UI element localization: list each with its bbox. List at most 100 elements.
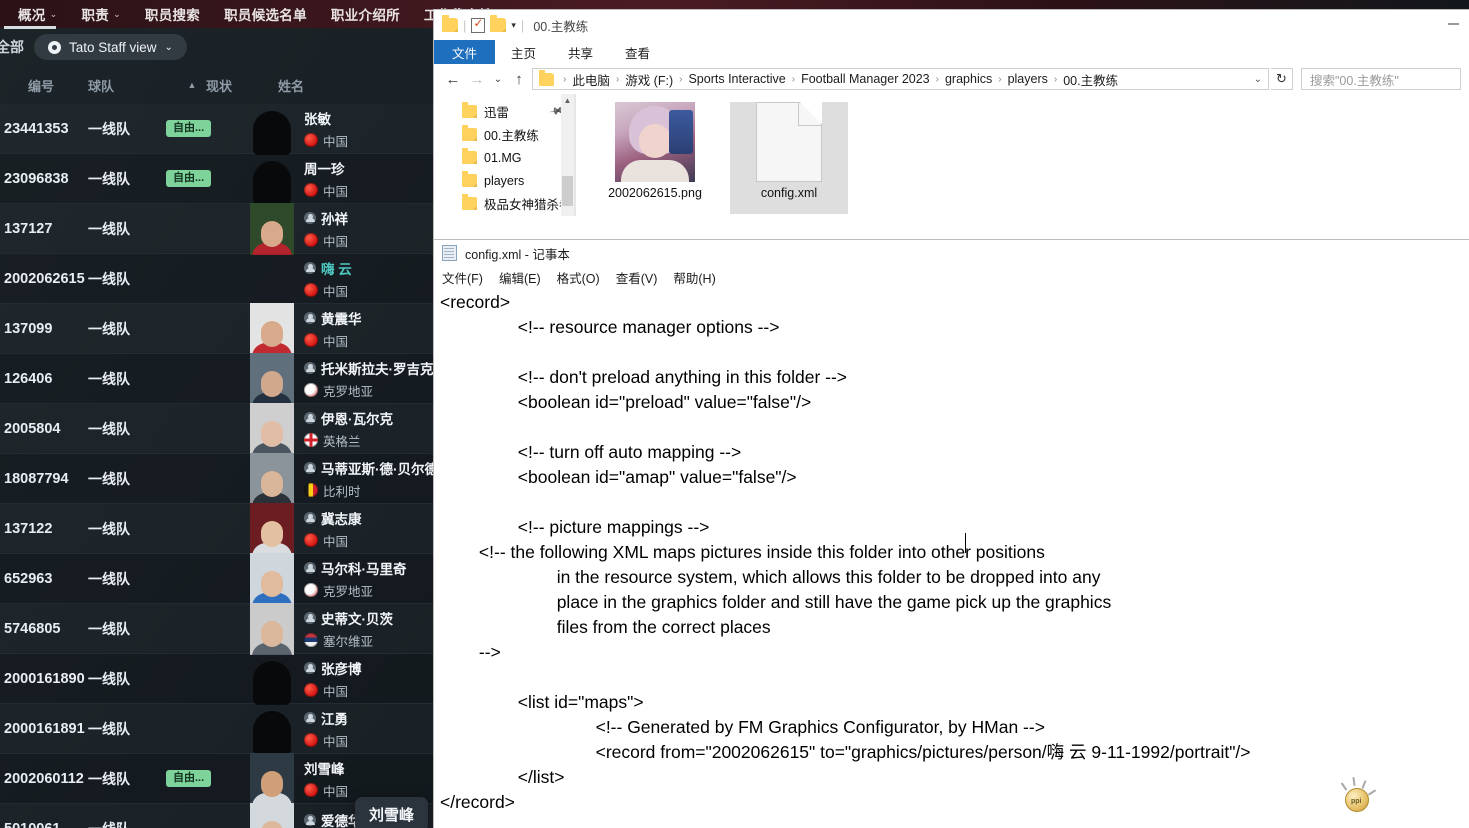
filter-all-label[interactable]: 全部 bbox=[0, 37, 34, 57]
folder-icon[interactable] bbox=[442, 15, 458, 32]
tab-home[interactable]: 主页 bbox=[495, 40, 552, 64]
table-row[interactable]: 2000161890 一线队 张彦博 中国 bbox=[0, 654, 435, 704]
staff-name[interactable]: 孙祥 bbox=[321, 208, 348, 228]
file-explorer-window[interactable]: | ▾ | 00.主教练 文件 主页 共享 查看 ← → ⌄ ↑ › 此电脑 ›… bbox=[434, 10, 1469, 242]
notepad-menu-bar[interactable]: 文件(F) 编辑(E) 格式(O) 查看(V) 帮助(H) bbox=[434, 266, 1469, 288]
breadcrumb-players[interactable]: players bbox=[1008, 72, 1048, 86]
nav-item-overview[interactable]: 概况 ⌄ bbox=[6, 0, 69, 28]
menu-help[interactable]: 帮助(H) bbox=[673, 268, 715, 287]
nav-item-job-centre[interactable]: 职业介绍所 bbox=[319, 0, 412, 28]
view-selector-dropdown[interactable]: Tato Staff view ⌄ bbox=[34, 34, 187, 60]
column-header-status[interactable]: 现状 bbox=[206, 76, 278, 95]
table-row[interactable]: 137122 一线队 冀志康 中国 bbox=[0, 502, 435, 555]
cell-portrait bbox=[246, 552, 298, 605]
file-item-image[interactable]: 2002062615.png bbox=[596, 102, 714, 214]
nav-tree-item[interactable]: 迅雷 📌 bbox=[434, 100, 574, 123]
staff-name[interactable]: 张彦博 bbox=[321, 658, 362, 678]
column-header-name[interactable]: 姓名 bbox=[278, 76, 398, 95]
staff-name[interactable]: 江勇 bbox=[321, 708, 348, 728]
menu-format[interactable]: 格式(O) bbox=[557, 268, 600, 287]
breadcrumb[interactable]: › 此电脑 › 游戏 (F:) › Sports Interactive › F… bbox=[532, 68, 1269, 90]
nav-item-responsibilities[interactable]: 职责 ⌄ bbox=[69, 0, 132, 28]
cell-staff-id: 2002060112 bbox=[4, 770, 84, 787]
navigation-tree[interactable]: 迅雷 📌 00.主教练 01.MG players 极品女神猎杀者 bbox=[434, 100, 574, 215]
chevron-down-icon[interactable]: ▾ bbox=[511, 20, 516, 31]
file-name: 2002062615.png bbox=[608, 186, 702, 200]
breadcrumb-this-pc[interactable]: 此电脑 bbox=[572, 70, 610, 89]
staff-name[interactable]: 马蒂亚斯·德·贝尔德梅 bbox=[321, 458, 452, 478]
refresh-icon[interactable]: ↻ bbox=[1271, 68, 1293, 90]
column-header-id[interactable]: 编号 bbox=[0, 76, 88, 95]
nav-item-label: 概况 bbox=[18, 8, 46, 23]
cell-staff-id: 137122 bbox=[4, 520, 53, 537]
properties-icon[interactable] bbox=[471, 16, 486, 33]
search-input[interactable]: 搜索"00.主教练" bbox=[1301, 68, 1461, 90]
cell-staff-id: 137099 bbox=[4, 320, 53, 337]
staff-name[interactable]: 刘雪峰 bbox=[304, 758, 345, 778]
table-row[interactable]: 23441353 一线队 自由... 张敏 中国 bbox=[0, 104, 435, 154]
table-row[interactable]: 2005804 一线队 伊恩·瓦尔克 英格兰 bbox=[0, 402, 435, 455]
tab-file[interactable]: 文件 bbox=[434, 40, 496, 64]
breadcrumb-drive-f[interactable]: 游戏 (F:) bbox=[625, 70, 673, 89]
menu-view[interactable]: 查看(V) bbox=[616, 268, 658, 287]
table-row[interactable]: 23096838 一线队 自由... 周一珍 中国 bbox=[0, 154, 435, 204]
table-row[interactable]: 126406 一线队 托米斯拉夫·罗吉克 克罗地亚 bbox=[0, 352, 435, 405]
table-row[interactable]: 18087794 一线队 马蒂亚斯·德·贝尔德梅 比利时 bbox=[0, 452, 452, 505]
nav-tree-item[interactable]: 01.MG bbox=[434, 146, 574, 169]
staff-name[interactable]: 史蒂文·贝茨 bbox=[321, 608, 393, 628]
cell-portrait bbox=[246, 202, 298, 255]
table-row[interactable]: 5746805 一线队 史蒂文·贝茨 塞尔维亚 bbox=[0, 602, 435, 655]
nav-scrollbar[interactable]: ▲ bbox=[561, 94, 574, 216]
explorer-address-bar[interactable]: ← → ⌄ ↑ › 此电脑 › 游戏 (F:) › Sports Interac… bbox=[434, 64, 1469, 94]
file-list[interactable]: 2002062615.png config.xml bbox=[576, 94, 1469, 216]
staff-name[interactable]: 伊恩·瓦尔克 bbox=[321, 408, 393, 428]
staff-name[interactable]: 马尔科·马里奇 bbox=[321, 558, 407, 578]
menu-file[interactable]: 文件(F) bbox=[442, 268, 483, 287]
person-icon bbox=[304, 711, 316, 724]
nav-tree-item[interactable]: players bbox=[434, 169, 574, 192]
menu-edit[interactable]: 编辑(E) bbox=[499, 268, 541, 287]
nav-item-staff-shortlist[interactable]: 职员候选名单 bbox=[212, 0, 319, 28]
forward-icon[interactable]: → bbox=[466, 71, 488, 88]
tab-share[interactable]: 共享 bbox=[552, 40, 609, 64]
navigation-pane[interactable]: 迅雷 📌 00.主教练 01.MG players 极品女神猎杀者 ▲ bbox=[434, 94, 574, 216]
recent-locations-icon[interactable]: ⌄ bbox=[490, 74, 506, 85]
cell-team: 一线队 bbox=[88, 819, 166, 828]
staff-name[interactable]: 张敏 bbox=[304, 108, 331, 128]
staff-name[interactable]: 冀志康 bbox=[321, 508, 362, 528]
column-header-team[interactable]: 球队 bbox=[88, 76, 178, 95]
breadcrumb-graphics[interactable]: graphics bbox=[945, 72, 992, 86]
notepad-window[interactable]: config.xml - 记事本 文件(F) 编辑(E) 格式(O) 查看(V)… bbox=[434, 240, 1469, 828]
table-row[interactable]: 652963 一线队 马尔科·马里奇 克罗地亚 bbox=[0, 552, 435, 605]
breadcrumb-separator: › bbox=[998, 73, 1002, 85]
nav-tree-item[interactable]: 极品女神猎杀者 bbox=[434, 192, 574, 215]
breadcrumb-sports-interactive[interactable]: Sports Interactive bbox=[688, 72, 785, 86]
notepad-text-area[interactable]: <record> <!-- resource manager options -… bbox=[434, 288, 1469, 828]
breadcrumb-current-folder[interactable]: 00.主教练 bbox=[1063, 70, 1118, 89]
explorer-title-bar[interactable]: | ▾ | 00.主教练 bbox=[434, 10, 1469, 40]
folder-icon bbox=[462, 171, 477, 187]
tab-view[interactable]: 查看 bbox=[609, 40, 666, 64]
staff-name[interactable]: 周一珍 bbox=[304, 158, 345, 178]
staff-name[interactable]: 托米斯拉夫·罗吉克 bbox=[321, 358, 434, 378]
minimize-icon[interactable] bbox=[1448, 23, 1459, 25]
table-row[interactable]: 2000161891 一线队 江勇 中国 bbox=[0, 704, 435, 754]
staff-name[interactable]: 黄震华 bbox=[321, 308, 362, 328]
chevron-down-icon[interactable]: ⌄ bbox=[1246, 74, 1262, 85]
table-row[interactable]: 2002062615 一线队 嗨 云中国 bbox=[0, 254, 435, 304]
back-icon[interactable]: ← bbox=[442, 71, 464, 88]
table-row[interactable]: 137099 一线队 黄震华 中国 bbox=[0, 302, 435, 355]
scrollbar-thumb[interactable] bbox=[562, 176, 573, 206]
scroll-up-icon[interactable]: ▲ bbox=[561, 94, 574, 108]
staff-name[interactable]: 嗨 云 bbox=[321, 258, 352, 278]
new-folder-icon[interactable] bbox=[490, 15, 507, 32]
table-row[interactable]: 137127 一线队 孙祥 中国 bbox=[0, 202, 435, 255]
breadcrumb-fm2023[interactable]: Football Manager 2023 bbox=[801, 72, 930, 86]
notepad-title-bar[interactable]: config.xml - 记事本 bbox=[434, 240, 1469, 266]
up-icon[interactable]: ↑ bbox=[508, 71, 530, 88]
sort-ascending-icon[interactable]: ▲ bbox=[178, 80, 206, 90]
explorer-ribbon-tabs[interactable]: 文件 主页 共享 查看 bbox=[434, 40, 1469, 64]
nav-item-staff-search[interactable]: 职员搜索 bbox=[133, 0, 212, 28]
nav-tree-item[interactable]: 00.主教练 bbox=[434, 123, 574, 146]
file-item-config-xml[interactable]: config.xml bbox=[730, 102, 848, 214]
